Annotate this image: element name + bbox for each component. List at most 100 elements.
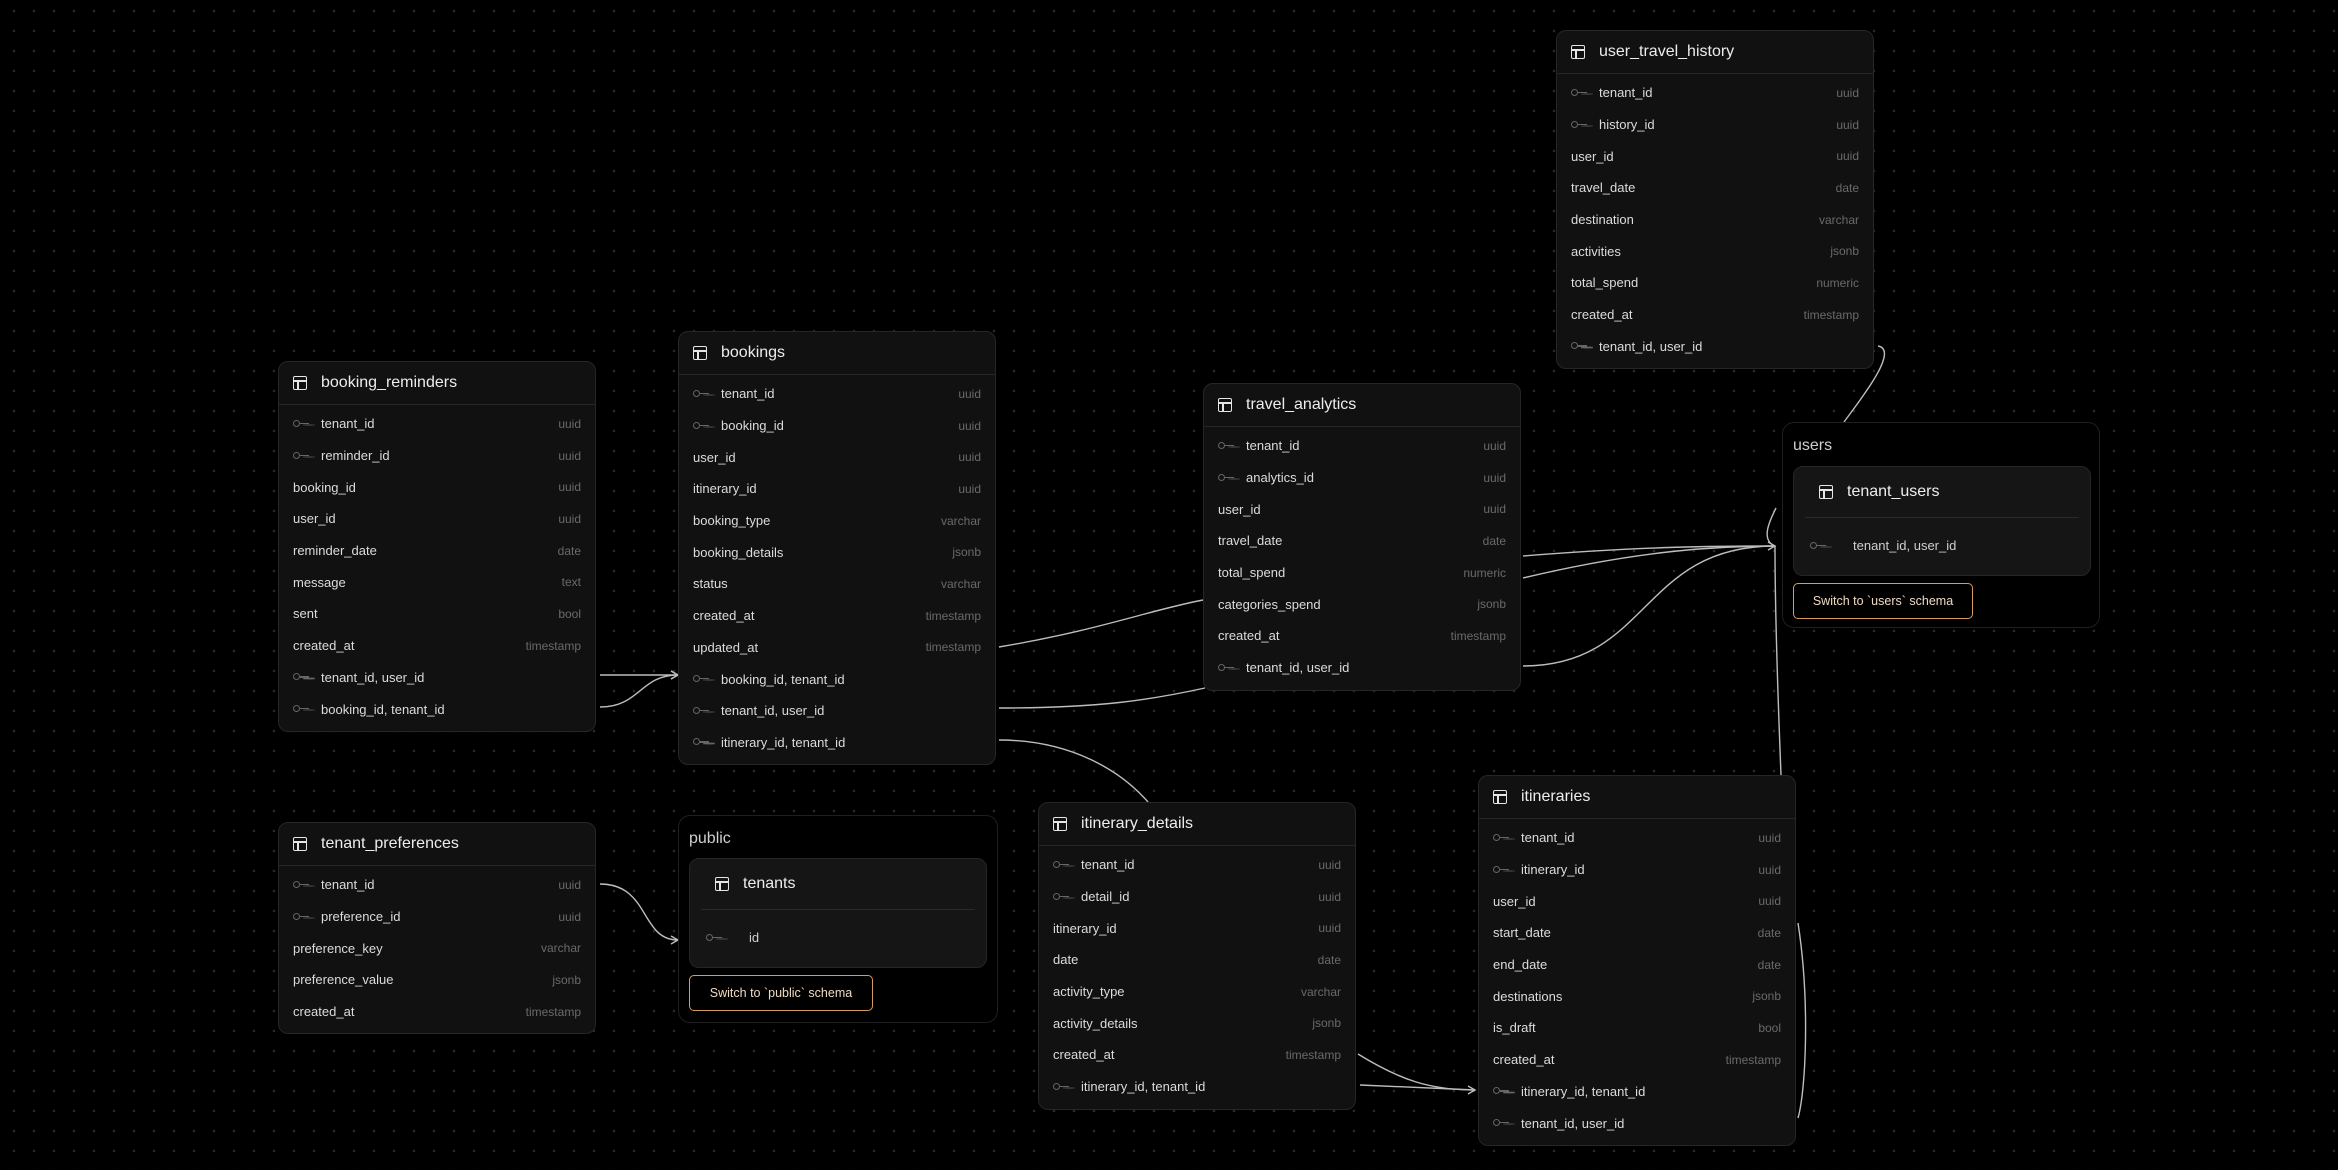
column-row[interactable]: created_at timestamp <box>1479 1044 1795 1076</box>
column-row[interactable]: itinerary_id, tenant_id <box>679 727 995 759</box>
table-header[interactable]: bookings <box>679 332 995 375</box>
column-row[interactable]: total_spend numeric <box>1204 557 1520 589</box>
column-list: tenant_id uuid preference_id uuid preference… <box>279 866 595 1033</box>
column-name: booking_id <box>293 479 356 495</box>
column-row[interactable]: tenant_id, user_id <box>279 662 595 694</box>
column-row[interactable]: itinerary_id, tenant_id <box>1039 1071 1355 1103</box>
column-row[interactable]: booking_id uuid <box>279 471 595 503</box>
table-tenant-users[interactable]: tenant_users tenant_id, user_id <box>1793 466 2091 576</box>
column-row[interactable]: sent bool <box>279 598 595 630</box>
column-row[interactable]: booking_id, tenant_id <box>679 663 995 695</box>
column-row[interactable]: activities jsonb <box>1557 235 1873 267</box>
column-row[interactable]: itinerary_id uuid <box>1039 912 1355 944</box>
column-row[interactable]: tenant_id, user_id <box>679 695 995 727</box>
column-row[interactable]: created_at timestamp <box>1204 620 1520 652</box>
edge-analytics-3-to-users <box>1522 545 1776 667</box>
column-row[interactable]: tenant_id, user_id <box>1557 331 1873 363</box>
column-row[interactable]: booking_id uuid <box>679 410 995 442</box>
table-name: booking_reminders <box>321 374 458 391</box>
table-itinerary-details[interactable]: itinerary_details tenant_id uuid detail_id u… <box>1038 802 1356 1110</box>
column-row[interactable]: destination varchar <box>1557 204 1873 236</box>
table-header[interactable]: itinerary_details <box>1039 803 1355 846</box>
column-row[interactable]: activity_type varchar <box>1039 976 1355 1008</box>
column-row[interactable]: user_id uuid <box>679 441 995 473</box>
table-tenant-preferences[interactable]: tenant_preferences tenant_id uuid preferenc… <box>278 822 596 1035</box>
column-row[interactable]: travel_date date <box>1204 525 1520 557</box>
column-name: itinerary_id, tenant_id <box>1521 1083 1646 1099</box>
column-row[interactable]: preference_key varchar <box>279 932 595 964</box>
column-row[interactable]: itinerary_id, tenant_id <box>1479 1076 1795 1108</box>
column-row[interactable]: status varchar <box>679 568 995 600</box>
table-header[interactable]: travel_analytics <box>1204 384 1520 427</box>
column-row[interactable]: updated_at timestamp <box>679 632 995 664</box>
column-type: date <box>557 543 581 558</box>
column-row[interactable]: date date <box>1039 944 1355 976</box>
table-bookings[interactable]: bookings tenant_id uuid booking_id uuid user_… <box>678 331 996 766</box>
column-row[interactable]: tenant_id uuid <box>1204 430 1520 462</box>
column-row[interactable]: user_id uuid <box>279 503 595 535</box>
column-row[interactable]: activity_details jsonb <box>1039 1007 1355 1039</box>
column-type: uuid <box>958 386 981 401</box>
table-user-travel-history[interactable]: user_travel_history tenant_id uuid history_… <box>1556 30 1874 370</box>
column-row[interactable]: itinerary_id uuid <box>679 473 995 505</box>
table-header[interactable]: tenant_preferences <box>279 823 595 866</box>
column-row[interactable]: created_at timestamp <box>279 996 595 1028</box>
column-row[interactable]: destinations jsonb <box>1479 980 1795 1012</box>
column-row[interactable]: preference_value jsonb <box>279 964 595 996</box>
table-header[interactable]: itineraries <box>1479 776 1795 819</box>
column-row[interactable]: categories_spend jsonb <box>1204 588 1520 620</box>
column-row[interactable]: tenant_id, user_id <box>1204 652 1520 684</box>
column-row[interactable]: user_id uuid <box>1479 885 1795 917</box>
column-row[interactable]: tenant_id, user_id <box>1479 1107 1795 1139</box>
edge-bookings-itinerary-to-details <box>998 739 1149 803</box>
column-row[interactable]: tenant_id uuid <box>279 869 595 901</box>
column-name: destination <box>1571 212 1634 228</box>
column-row[interactable]: tenant_id uuid <box>679 378 995 410</box>
table-header[interactable]: booking_reminders <box>279 362 595 405</box>
column-row[interactable]: reminder_date date <box>279 535 595 567</box>
column-name: tenant_id, user_id <box>721 703 825 719</box>
key-icon <box>693 706 711 715</box>
column-name: tenant_id <box>1246 438 1300 454</box>
column-row[interactable]: detail_id uuid <box>1039 881 1355 913</box>
column-row[interactable]: created_at timestamp <box>1557 299 1873 331</box>
column-row[interactable]: preference_id uuid <box>279 901 595 933</box>
switch-schema-public-button[interactable]: Switch to `public` schema <box>689 975 873 1011</box>
column-row[interactable]: reminder_id uuid <box>279 440 595 472</box>
column-row[interactable]: total_spend numeric <box>1557 267 1873 299</box>
table-tenants[interactable]: tenants id <box>689 858 987 968</box>
column-row[interactable]: end_date date <box>1479 949 1795 981</box>
column-row[interactable]: itinerary_id uuid <box>1479 854 1795 886</box>
table-travel-analytics[interactable]: travel_analytics tenant_id uuid analytics_i… <box>1203 383 1521 691</box>
column-row[interactable]: travel_date date <box>1557 172 1873 204</box>
column-row[interactable]: user_id uuid <box>1557 140 1873 172</box>
column-row[interactable]: analytics_id uuid <box>1204 462 1520 494</box>
column-row[interactable]: created_at timestamp <box>1039 1039 1355 1071</box>
column-name: user_id <box>693 449 736 465</box>
column-row[interactable]: start_date date <box>1479 917 1795 949</box>
table-name: travel_analytics <box>1246 396 1357 413</box>
column-row: id <box>690 910 986 965</box>
table-header[interactable]: user_travel_history <box>1557 31 1873 74</box>
column-row[interactable]: created_at timestamp <box>679 600 995 632</box>
switch-schema-users-button[interactable]: Switch to `users` schema <box>1793 583 1973 619</box>
column-type: varchar <box>940 513 981 528</box>
column-row[interactable]: is_draft bool <box>1479 1012 1795 1044</box>
table-booking-reminders[interactable]: booking_reminders tenant_id uuid reminder_i… <box>278 361 596 732</box>
column-row[interactable]: booking_details jsonb <box>679 536 995 568</box>
column-name: itinerary_id <box>1521 862 1585 878</box>
column-name: tenant_id <box>721 386 775 402</box>
column-row[interactable]: user_id uuid <box>1204 493 1520 525</box>
column-row[interactable]: message text <box>279 566 595 598</box>
column-row[interactable]: booking_type varchar <box>679 505 995 537</box>
column-row[interactable]: history_id uuid <box>1557 109 1873 141</box>
column-row[interactable]: tenant_id uuid <box>1039 849 1355 881</box>
column-row[interactable]: booking_id, tenant_id <box>279 693 595 725</box>
column-row[interactable]: tenant_id uuid <box>1479 822 1795 854</box>
column-row[interactable]: tenant_id uuid <box>279 408 595 440</box>
column-row[interactable]: created_at timestamp <box>279 630 595 662</box>
column-type: timestamp <box>1285 1047 1341 1062</box>
column-row[interactable]: tenant_id uuid <box>1557 77 1873 109</box>
table-itineraries[interactable]: itineraries tenant_id uuid itinerary_id uuid… <box>1478 775 1796 1146</box>
column-type: timestamp <box>1725 1052 1781 1067</box>
